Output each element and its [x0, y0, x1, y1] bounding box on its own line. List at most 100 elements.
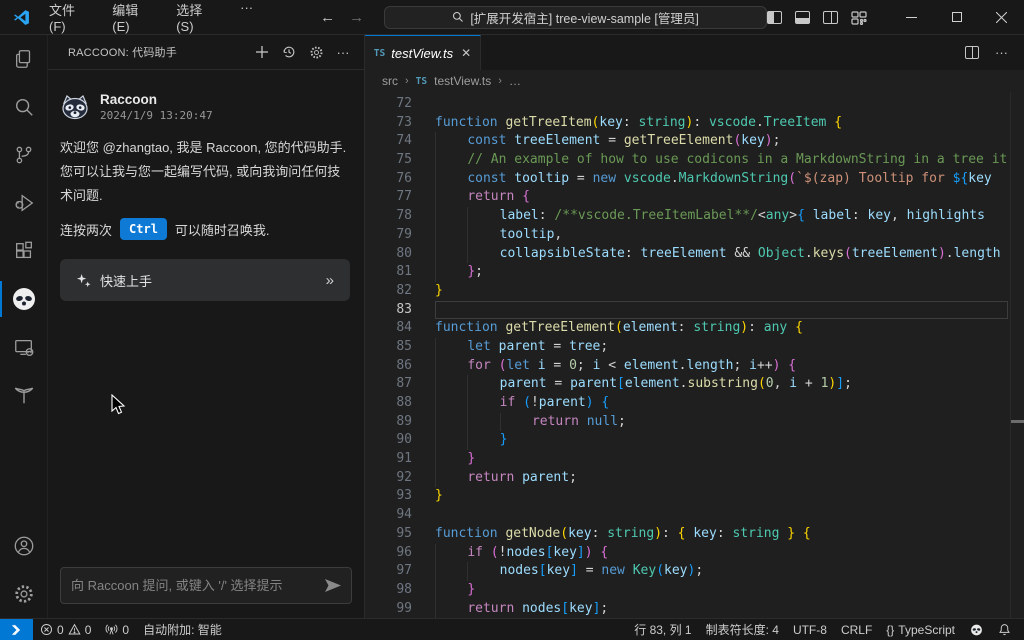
line-number[interactable]: 77 [365, 188, 412, 207]
code-line: 78 label: /**vscode.TreeItemLabel**/<any… [365, 207, 1024, 226]
code-editor[interactable]: 7273function getTreeItem(key: string): v… [365, 92, 1024, 618]
chat-input-container [60, 567, 352, 604]
code-line: 98 } [365, 581, 1024, 600]
code-line: 83 [365, 301, 1024, 320]
line-number[interactable]: 76 [365, 170, 412, 189]
line-number[interactable]: 78 [365, 207, 412, 226]
line-number[interactable]: 74 [365, 132, 412, 151]
line-number[interactable]: 92 [365, 469, 412, 488]
title-bar: 文件(F) 编辑(E) 选择(S) ··· ← → [扩展开发宿主] tree-… [0, 0, 1024, 35]
code-line: 84function getTreeElement(element: strin… [365, 319, 1024, 338]
line-number[interactable]: 90 [365, 431, 412, 450]
encoding-setting[interactable]: UTF-8 [786, 623, 834, 637]
raccoon-avatar [60, 94, 90, 120]
menu-file[interactable]: 文件(F) [40, 0, 99, 37]
menu-edit[interactable]: 编辑(E) [103, 0, 163, 37]
split-editor-icon[interactable] [965, 46, 979, 59]
new-chat-icon[interactable] [251, 41, 273, 63]
ports-indicator[interactable]: 0 [98, 619, 136, 640]
problems-indicator[interactable]: 0 0 [33, 619, 98, 640]
sidebar-title: RACCOON: 代码助手 [68, 44, 177, 60]
explorer-icon[interactable] [0, 35, 48, 83]
remote-indicator[interactable] [0, 619, 33, 640]
send-icon[interactable] [325, 579, 341, 592]
code-line: 99 return nodes[key]; [365, 600, 1024, 618]
minimize-button[interactable] [889, 0, 934, 34]
breadcrumb-more[interactable]: … [509, 74, 521, 88]
warning-count: 0 [85, 623, 92, 637]
line-number[interactable]: 80 [365, 245, 412, 264]
custom-extension-icon[interactable] [0, 371, 48, 419]
extensions-icon[interactable] [0, 227, 48, 275]
quick-start-button[interactable]: 快速上手 » [60, 259, 350, 301]
tab-testview[interactable]: TS testView.ts ✕ [365, 35, 481, 70]
command-center-search[interactable]: [扩展开发宿主] tree-view-sample [管理员] [384, 6, 767, 29]
radio-tower-icon [105, 623, 118, 636]
search-icon [452, 11, 464, 23]
line-number[interactable]: 91 [365, 450, 412, 469]
toggle-sidebar-icon[interactable] [767, 11, 782, 24]
line-number[interactable]: 96 [365, 544, 412, 563]
raccoon-view-icon[interactable] [0, 275, 48, 323]
welcome-message: 欢迎您 @zhangtao, 我是 Raccoon, 您的代码助手. 您可以让我… [60, 136, 350, 208]
maximize-button[interactable] [934, 0, 979, 34]
source-control-icon[interactable] [0, 131, 48, 179]
remote-explorer-icon[interactable] [0, 323, 48, 371]
accounts-icon[interactable] [0, 522, 48, 570]
eol-setting[interactable]: CRLF [834, 623, 879, 637]
editor-more-actions-icon[interactable]: ··· [995, 45, 1008, 60]
line-number[interactable]: 85 [365, 338, 412, 357]
line-number[interactable]: 75 [365, 151, 412, 170]
raccoon-status-icon[interactable] [962, 623, 991, 637]
language-mode[interactable]: {} TypeScript [879, 623, 962, 637]
breadcrumb[interactable]: src › TS testView.ts › … [365, 70, 1024, 92]
line-number[interactable]: 86 [365, 357, 412, 376]
ctrl-key-badge: Ctrl [120, 218, 167, 240]
line-number[interactable]: 73 [365, 114, 412, 133]
code-line: 81 }; [365, 263, 1024, 282]
notifications-bell-icon[interactable] [991, 623, 1018, 636]
tab-close-icon[interactable]: ✕ [461, 46, 471, 60]
line-number[interactable]: 95 [365, 525, 412, 544]
close-button[interactable] [979, 0, 1024, 34]
line-number[interactable]: 93 [365, 487, 412, 506]
history-icon[interactable] [278, 41, 300, 63]
line-number[interactable]: 98 [365, 581, 412, 600]
line-number[interactable]: 82 [365, 282, 412, 301]
line-number[interactable]: 79 [365, 226, 412, 245]
breadcrumb-folder[interactable]: src [382, 74, 398, 88]
code-line: 97 nodes[key] = new Key(key); [365, 562, 1024, 581]
nav-back-icon[interactable]: ← [320, 9, 335, 26]
search-view-icon[interactable] [0, 83, 48, 131]
line-number[interactable]: 81 [365, 263, 412, 282]
breadcrumb-file[interactable]: testView.ts [434, 74, 491, 88]
line-number[interactable]: 89 [365, 413, 412, 432]
nav-forward-icon[interactable]: → [349, 9, 364, 26]
ports-count: 0 [122, 623, 129, 637]
menu-selection[interactable]: 选择(S) [167, 0, 227, 37]
editor-scrollbar[interactable] [1010, 92, 1024, 618]
line-number[interactable]: 87 [365, 375, 412, 394]
code-line: 79 tooltip, [365, 226, 1024, 245]
toggle-panel-icon[interactable] [795, 11, 810, 24]
customize-layout-icon[interactable] [851, 11, 867, 24]
chat-input[interactable] [71, 578, 325, 593]
indentation-setting[interactable]: 制表符长度: 4 [699, 621, 786, 638]
auto-attach-indicator[interactable]: 自动附加: 智能 [136, 619, 229, 640]
line-number[interactable]: 88 [365, 394, 412, 413]
menu-more[interactable]: ··· [231, 0, 262, 37]
line-number[interactable]: 99 [365, 600, 412, 618]
gear-icon[interactable] [305, 41, 327, 63]
line-number[interactable]: 72 [365, 95, 412, 114]
cursor-position[interactable]: 行 83, 列 1 [627, 621, 698, 638]
line-number[interactable]: 83 [365, 301, 412, 320]
code-line: 73function getTreeItem(key: string): vsc… [365, 114, 1024, 133]
line-number[interactable]: 94 [365, 506, 412, 525]
line-number[interactable]: 84 [365, 319, 412, 338]
more-actions-icon[interactable]: ··· [332, 41, 354, 63]
toggle-secondary-sidebar-icon[interactable] [823, 11, 838, 24]
settings-gear-icon[interactable] [0, 570, 48, 618]
code-line: 80 collapsibleState: treeElement && Obje… [365, 245, 1024, 264]
run-debug-icon[interactable] [0, 179, 48, 227]
line-number[interactable]: 97 [365, 562, 412, 581]
